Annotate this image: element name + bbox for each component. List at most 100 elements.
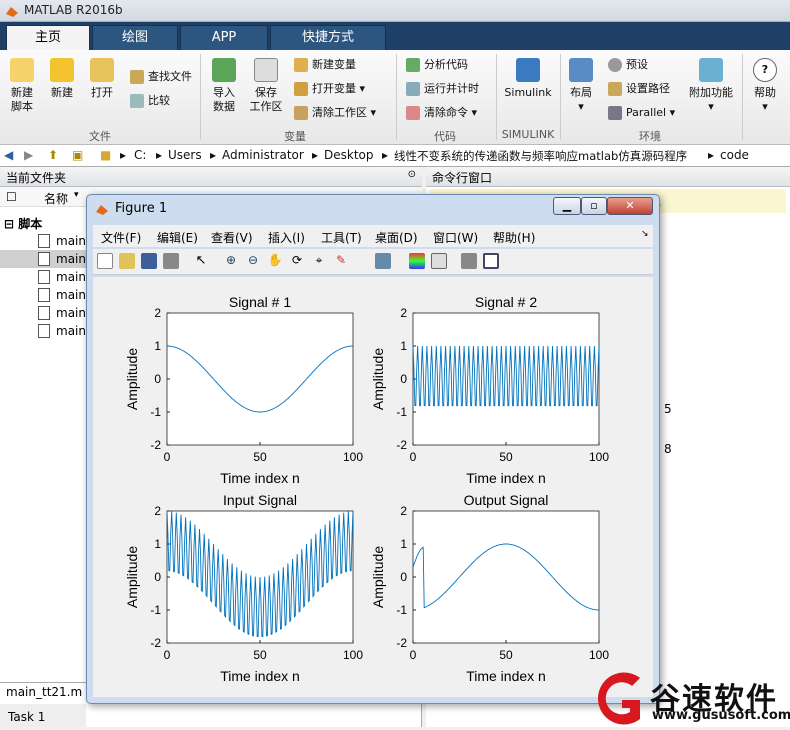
forward-arrow-icon[interactable]: ▶ [24,148,33,162]
address-bar[interactable]: ◀ ▶ ⬆ ▣ ■ ▸ C: ▸ Users ▸ Administrator ▸… [0,145,790,167]
plot-title: Signal # 2 [475,294,537,310]
link-plot-icon[interactable] [375,253,391,269]
list-item[interactable]: main [0,250,96,268]
open-file-icon[interactable] [119,253,135,269]
import-data-button[interactable]: 导入 数据 [206,50,242,114]
breadcrumb-administrator[interactable]: Administrator [222,148,304,162]
menu-help[interactable]: 帮助(H) [493,229,535,246]
colorbar-icon[interactable] [409,253,425,269]
save-icon[interactable] [141,253,157,269]
folder-icon [90,58,114,82]
new-script-button[interactable]: 新建 脚本 [4,50,40,114]
breadcrumb-code[interactable]: code [720,148,749,162]
y-tick-label: 0 [154,570,161,584]
pan-hand-icon[interactable]: ✋ [267,253,283,269]
x-tick-label: 0 [410,450,417,464]
run-and-time-button[interactable]: 运行并计时 [404,80,479,98]
plot-axes-box [412,510,600,644]
close-button[interactable]: ✕ [607,197,653,215]
clear-commands-button[interactable]: 清除命令 ▾ [404,104,477,122]
parallel-icon [608,106,622,120]
chevron-down-icon[interactable]: ⊙ [408,169,416,180]
new-button[interactable]: 新建 [44,50,80,100]
set-path-button[interactable]: 设置路径 [606,80,670,98]
x-tick-label: 50 [253,648,267,662]
folder-icon: ■ [100,148,112,162]
browse-folder-icon[interactable]: ▣ [72,148,83,162]
print-icon[interactable] [163,253,179,269]
y-tick-label: 1 [154,339,161,353]
x-tick-label: 50 [253,450,267,464]
save-workspace-button[interactable]: 保存 工作区 [246,50,286,114]
m-file-icon [38,252,50,266]
addons-button[interactable]: 附加功能 ▾ [688,50,734,114]
y-tick-label: 1 [154,537,161,551]
new-variable-button[interactable]: 新建变量 [292,56,356,74]
compare-button[interactable]: 比较 [128,92,170,110]
y-tick-label: 0 [400,372,407,386]
parallel-button[interactable]: Parallel ▾ [606,104,675,122]
breadcrumb-desktop[interactable]: Desktop [324,148,374,162]
new-variable-icon [294,58,308,72]
m-file-icon [38,306,50,320]
plot-title: Input Signal [223,492,297,508]
find-files-button[interactable]: 查找文件 [128,68,192,86]
zoom-out-icon[interactable]: ⊖ [245,253,261,269]
rotate-icon[interactable]: ⟳ [289,253,305,269]
menu-desktop[interactable]: 桌面(D) [375,229,418,246]
maximize-button[interactable]: ▫ [581,197,607,215]
menu-insert[interactable]: 插入(I) [268,229,305,246]
figure-toolbar: ↖ ⊕ ⊖ ✋ ⟳ ⌖ ✎ [93,249,653,275]
menu-tools[interactable]: 工具(T) [321,229,362,246]
legend-icon[interactable] [431,253,447,269]
menu-edit[interactable]: 编辑(E) [157,229,198,246]
y-tick-label: 2 [154,504,161,518]
x-tick-label: 0 [410,648,417,662]
tab-shortcuts[interactable]: 快捷方式 [270,25,386,50]
addons-cubes-icon [699,58,723,82]
minimize-button[interactable]: ▁ [553,197,581,215]
simulink-button[interactable]: Simulink [500,50,556,100]
clear-workspace-button[interactable]: 清除工作区 ▾ [292,104,376,122]
pointer-icon[interactable]: ↖ [193,253,209,269]
import-icon [212,58,236,82]
menu-window[interactable]: 窗口(W) [433,229,478,246]
show-plot-tools-icon[interactable] [483,253,499,269]
group-file-label: 文件 [89,130,111,143]
tab-plots[interactable]: 绘图 [92,25,178,50]
open-variable-button[interactable]: 打开变量 ▾ [292,80,365,98]
tab-apps[interactable]: APP [180,25,268,50]
plus-icon [50,58,74,82]
y-tick-label: 2 [400,504,407,518]
y-axis-label: Amplitude [124,348,140,410]
m-file-icon [38,324,50,338]
x-axis-label: Time index n [466,470,546,486]
menu-file[interactable]: 文件(F) [101,229,141,246]
analyze-code-button[interactable]: 分析代码 [404,56,468,74]
new-script-icon [10,58,34,82]
up-folder-icon[interactable]: ⬆ [48,148,58,162]
zoom-in-icon[interactable]: ⊕ [223,253,239,269]
new-figure-icon[interactable] [97,253,113,269]
breadcrumb-users[interactable]: Users [168,148,202,162]
open-button[interactable]: 打开 [84,50,120,100]
y-tick-label: -1 [396,405,407,419]
x-tick-label: 100 [343,648,363,662]
breadcrumb-c[interactable]: C: [134,148,146,162]
back-arrow-icon[interactable]: ◀ [4,148,13,162]
brush-icon[interactable]: ✎ [333,253,349,269]
data-cursor-icon[interactable]: ⌖ [311,253,327,269]
sort-down-icon[interactable]: ▾ [74,190,79,200]
status-bar: Task 1 [0,704,86,727]
name-column-header[interactable]: 名称 [44,190,68,207]
menu-view[interactable]: 查看(V) [211,229,253,246]
preferences-button[interactable]: 预设 [606,56,648,74]
checkbox-icon[interactable]: ☐ [6,190,17,204]
breadcrumb-project[interactable]: 线性不变系统的传递函数与频率响应matlab仿真源码程序 [394,148,687,164]
layout-button[interactable]: 布局 ▾ [564,50,598,114]
tab-home[interactable]: 主页 [6,25,90,50]
figure-window[interactable]: Figure 1 ▁ ▫ ✕ 文件(F) 编辑(E) 查看(V) 插入(I) 工… [86,194,660,704]
help-button[interactable]: ? 帮助 ▾ [748,50,782,114]
dock-arrow-icon[interactable]: ↘ [641,229,649,239]
hide-plot-tools-icon[interactable] [461,253,477,269]
